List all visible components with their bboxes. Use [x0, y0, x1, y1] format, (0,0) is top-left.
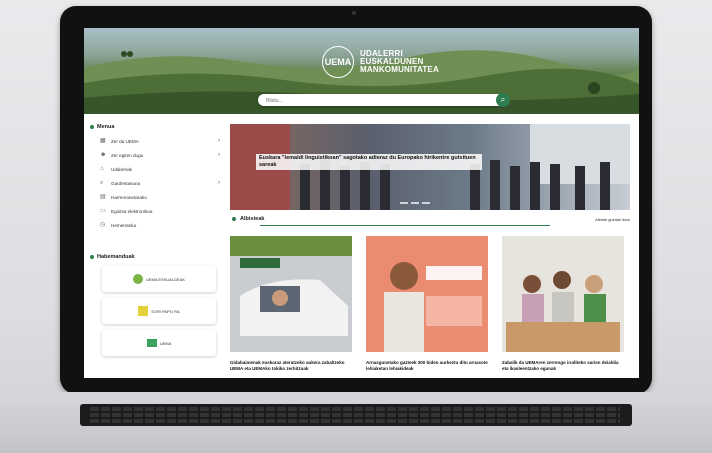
news-card[interactable]: Gidabaimenak euskaraz ateratzeko aukera …: [230, 236, 352, 371]
divider: [260, 225, 550, 226]
uema-logo[interactable]: UEMA UDALERRI EUSKALDUNEN MANKOMUNITATEA: [322, 46, 439, 78]
slider-caption[interactable]: Euskara "lemaldi linguistikoan" sagotako…: [256, 154, 482, 170]
partner-logo-sori-papo-ra[interactable]: SORI PAPO RA: [102, 298, 216, 324]
header-banner: UEMA UDALERRI EUSKALDUNEN MANKOMUNITATEA…: [84, 28, 639, 114]
slider-dot[interactable]: [422, 202, 430, 204]
news-image-students: [502, 236, 624, 352]
main-content: Euskara "lemaldi linguistikoan" sagotako…: [230, 124, 630, 378]
news-image-car: [230, 236, 352, 352]
sidebar-item-zer-egiten-dugu[interactable]: ☻ Zer egiten dugu ›: [100, 148, 220, 162]
browser-screen: UEMA UDALERRI EUSKALDUNEN MANKOMUNITATEA…: [84, 28, 639, 378]
magnifier-icon: ⌕: [100, 180, 104, 186]
partner-logo-uema[interactable]: UEMA: [102, 330, 216, 356]
news-title: Albisteak: [240, 216, 265, 222]
key-row: [90, 413, 620, 417]
logo-mark: UEMA: [322, 46, 354, 78]
chevron-right-icon: ›: [218, 152, 220, 158]
search-input[interactable]: [264, 95, 488, 107]
partner-logo-uema-eskualdeak[interactable]: UEMA ESKUALDEAK: [102, 266, 216, 292]
partner-icon: [146, 339, 157, 347]
sidebar-item-egoitza-elektronikoa[interactable]: ▭ Egoitza elektronikoa: [100, 204, 220, 218]
logo-text: UDALERRI EUSKALDUNEN MANKOMUNITATEA: [360, 49, 439, 74]
news-caption[interactable]: Gidabaimenak euskaraz ateratzeko aukera …: [230, 360, 352, 371]
sidebar-item-zer-da-uema[interactable]: ▦ Zer da UEMA ›: [100, 134, 220, 148]
partner-icon: [132, 274, 143, 284]
document-icon: ▤: [100, 194, 106, 200]
slider-dots: [400, 202, 430, 204]
sidebar-item-harremanetarako[interactable]: ▤ Harremanetarako: [100, 190, 220, 204]
news-image-arnasote: [366, 236, 488, 352]
news-card[interactable]: Arnasgunetako gazteek 300 bideo aurkeztu…: [366, 236, 488, 371]
chevron-right-icon: ›: [218, 138, 220, 144]
featured-slider[interactable]: Euskara "lemaldi linguistikoan" sagotako…: [230, 124, 630, 210]
search-button[interactable]: ⌕: [496, 93, 510, 107]
clock-icon: ◷: [100, 222, 106, 228]
key-row: [90, 407, 620, 411]
partners-title: Habemanduak: [90, 254, 224, 260]
sidebar: Menua ▦ Zer da UEMA › ☻ Zer egiten dugu › ⌂ U…: [84, 124, 224, 378]
news-caption[interactable]: Arnasgunetako gazteek 300 bideo aurkeztu…: [366, 360, 488, 371]
slider-dot[interactable]: [411, 202, 419, 204]
news-card[interactable]: Zabalik da UEMAren zerrengo iruditeko sa…: [502, 236, 624, 371]
search-bar: ⌕: [258, 93, 510, 107]
sidebar-item-hemeroteka[interactable]: ◷ Hemeroteka: [100, 218, 220, 232]
sidebar-item-gardentasuna[interactable]: ⌕ Gardentasuna ›: [100, 176, 220, 190]
bullet-icon: [232, 217, 236, 221]
bullet-icon: [90, 125, 94, 129]
keyboard: [80, 404, 632, 426]
chevron-right-icon: ›: [218, 180, 220, 186]
people-icon: ☻: [100, 152, 107, 158]
slider-dot[interactable]: [400, 202, 408, 204]
webcam: [352, 11, 356, 15]
monitor-icon: ▭: [100, 208, 106, 214]
partner-icon: [138, 306, 149, 316]
bullet-icon: [90, 255, 94, 259]
house-icon: ⌂: [100, 166, 104, 172]
key-row: [90, 419, 620, 423]
news-header: Albisteak Albiste guztiak ikusi: [230, 216, 630, 228]
search-icon: ⌕: [500, 95, 506, 104]
sidebar-item-udalerriak[interactable]: ⌂ Udalerriak: [100, 162, 220, 176]
news-caption[interactable]: Zabalik da UEMAren zerrengo iruditeko sa…: [502, 360, 624, 371]
all-news-link[interactable]: Albiste guztiak ikusi: [595, 217, 630, 222]
building-icon: ▦: [100, 138, 106, 144]
